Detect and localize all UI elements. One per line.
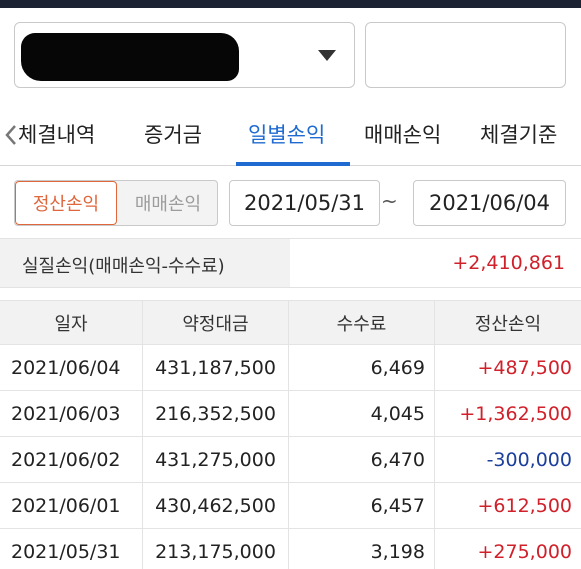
- cell-fee: 6,470: [289, 437, 435, 482]
- cell-pnl: -300,000: [486, 448, 572, 471]
- date-range-separator: ~: [381, 189, 398, 213]
- cell-date: 2021/06/02: [0, 437, 143, 482]
- cell-fee: 4,045: [289, 391, 435, 436]
- redacted-account-number: [21, 33, 239, 81]
- cell-fee: 6,457: [289, 483, 435, 528]
- summary-label: 실질손익(매매손익-수수료): [22, 256, 225, 277]
- cell-fee: 6,469: [289, 345, 435, 390]
- cell-amount: 431,275,000: [143, 437, 289, 482]
- column-header-date: 일자: [0, 301, 143, 344]
- cell-date: 2021/06/04: [0, 345, 143, 390]
- tab-execution-basis[interactable]: 체결기준: [480, 119, 557, 149]
- daily-pnl-table: 일자 약정대금 수수료 정산손익 2021/06/04 431,187,500 …: [0, 300, 581, 569]
- cell-amount: 216,352,500: [143, 391, 289, 436]
- summary-value: +2,410,861: [452, 252, 565, 274]
- pnl-mode-toggle: 정산손익 매매손익: [14, 180, 218, 226]
- table-row[interactable]: 2021/06/01 430,462,500 6,457 +612,500: [0, 483, 581, 529]
- table-row[interactable]: 2021/06/04 431,187,500 6,469 +487,500: [0, 345, 581, 391]
- cell-pnl: +612,500: [477, 494, 573, 517]
- column-header-fee: 수수료: [289, 301, 435, 344]
- summary-label-cell: 실질손익(매매손익-수수료): [0, 238, 290, 288]
- settlement-pnl-button[interactable]: 정산손익: [15, 181, 117, 225]
- date-from-field[interactable]: 2021/05/31: [229, 180, 380, 226]
- summary-value-cell: +2,410,861: [290, 238, 581, 288]
- cell-fee: 3,198: [289, 529, 435, 569]
- active-tab-indicator: [236, 162, 350, 166]
- cell-amount: 431,187,500: [143, 345, 289, 390]
- cell-date: 2021/06/01: [0, 483, 143, 528]
- tab-trading-pnl[interactable]: 매매손익: [364, 119, 441, 149]
- trading-pnl-button[interactable]: 매매손익: [117, 181, 217, 225]
- chevron-down-icon[interactable]: [318, 50, 336, 61]
- tab-bar: 체결내역 증거금 일별손익 매매손익 체결기준: [0, 104, 581, 166]
- tab-daily-pnl[interactable]: 일별손익: [248, 119, 325, 149]
- cell-amount: 430,462,500: [143, 483, 289, 528]
- password-field[interactable]: [365, 22, 566, 88]
- tab-execution-history[interactable]: 체결내역: [18, 119, 95, 149]
- cell-amount: 213,175,000: [143, 529, 289, 569]
- cell-pnl: +1,362,500: [459, 402, 572, 425]
- table-header: 일자 약정대금 수수료 정산손익: [0, 300, 581, 345]
- cell-date: 2021/05/31: [0, 529, 143, 569]
- account-select[interactable]: [14, 22, 355, 88]
- table-row[interactable]: 2021/06/02 431,275,000 6,470 -300,000: [0, 437, 581, 483]
- tab-margin[interactable]: 증거금: [144, 119, 202, 149]
- chevron-left-icon[interactable]: [4, 124, 18, 146]
- table-row[interactable]: 2021/05/31 213,175,000 3,198 +275,000: [0, 529, 581, 569]
- net-pnl-summary: 실질손익(매매손익-수수료) +2,410,861: [0, 238, 581, 288]
- cell-date: 2021/06/03: [0, 391, 143, 436]
- date-to-field[interactable]: 2021/06/04: [413, 180, 566, 226]
- cell-pnl: +275,000: [477, 540, 573, 563]
- column-header-pnl: 정산손익: [474, 313, 542, 335]
- table-row[interactable]: 2021/06/03 216,352,500 4,045 +1,362,500: [0, 391, 581, 437]
- cell-pnl: +487,500: [477, 356, 573, 379]
- column-header-amount: 약정대금: [143, 301, 289, 344]
- top-status-strip: [0, 0, 581, 8]
